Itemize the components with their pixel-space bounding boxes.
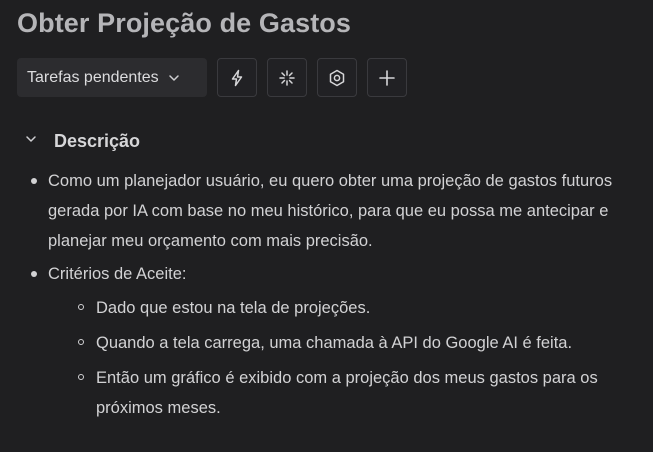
ai-assist-button[interactable]	[267, 58, 307, 97]
description-header: Descrição	[54, 131, 141, 151]
list-item-text: Como um planejador usuário, eu quero obt…	[48, 172, 613, 250]
list-item: Como um planejador usuário, eu quero obt…	[30, 166, 630, 256]
status-dropdown-label: Tarefas pendentes	[27, 68, 159, 86]
sublist-item-text: Dado que estou na tela de projeções.	[96, 299, 371, 317]
sparkle-icon	[278, 69, 296, 87]
description-section-toggle[interactable]: Descrição	[24, 131, 140, 152]
add-button[interactable]	[367, 58, 407, 97]
sublist-item-text: Então um gráfico é exibido com a projeçã…	[96, 369, 598, 417]
list-item-text: Critérios de Aceite:	[48, 265, 187, 283]
sublist-item-text: Quando a tela carrega, uma chamada à API…	[96, 334, 573, 352]
task-detail-page: Obter Projeção de Gastos Tarefas pendent…	[0, 0, 653, 452]
sublist-item: Então um gráfico é exibido com a projeçã…	[78, 363, 630, 423]
description-list: Como um planejador usuário, eu quero obt…	[30, 166, 630, 428]
status-dropdown[interactable]: Tarefas pendentes	[17, 58, 207, 97]
hexagon-settings-icon	[328, 69, 346, 87]
sublist-item: Dado que estou na tela de projeções.	[78, 293, 630, 323]
settings-button[interactable]	[317, 58, 357, 97]
automation-button[interactable]	[217, 58, 257, 97]
toolbar: Tarefas pendentes	[17, 58, 407, 97]
list-item: Critérios de Aceite: Dado que estou na t…	[30, 259, 630, 423]
lightning-icon	[228, 69, 246, 87]
chevron-down-icon	[167, 71, 181, 85]
plus-icon	[378, 69, 396, 87]
page-title: Obter Projeção de Gastos	[17, 8, 352, 38]
acceptance-criteria-list: Dado que estou na tela de projeções. Qua…	[48, 293, 630, 423]
chevron-down-icon	[24, 132, 38, 151]
sublist-item: Quando a tela carrega, uma chamada à API…	[78, 328, 630, 358]
